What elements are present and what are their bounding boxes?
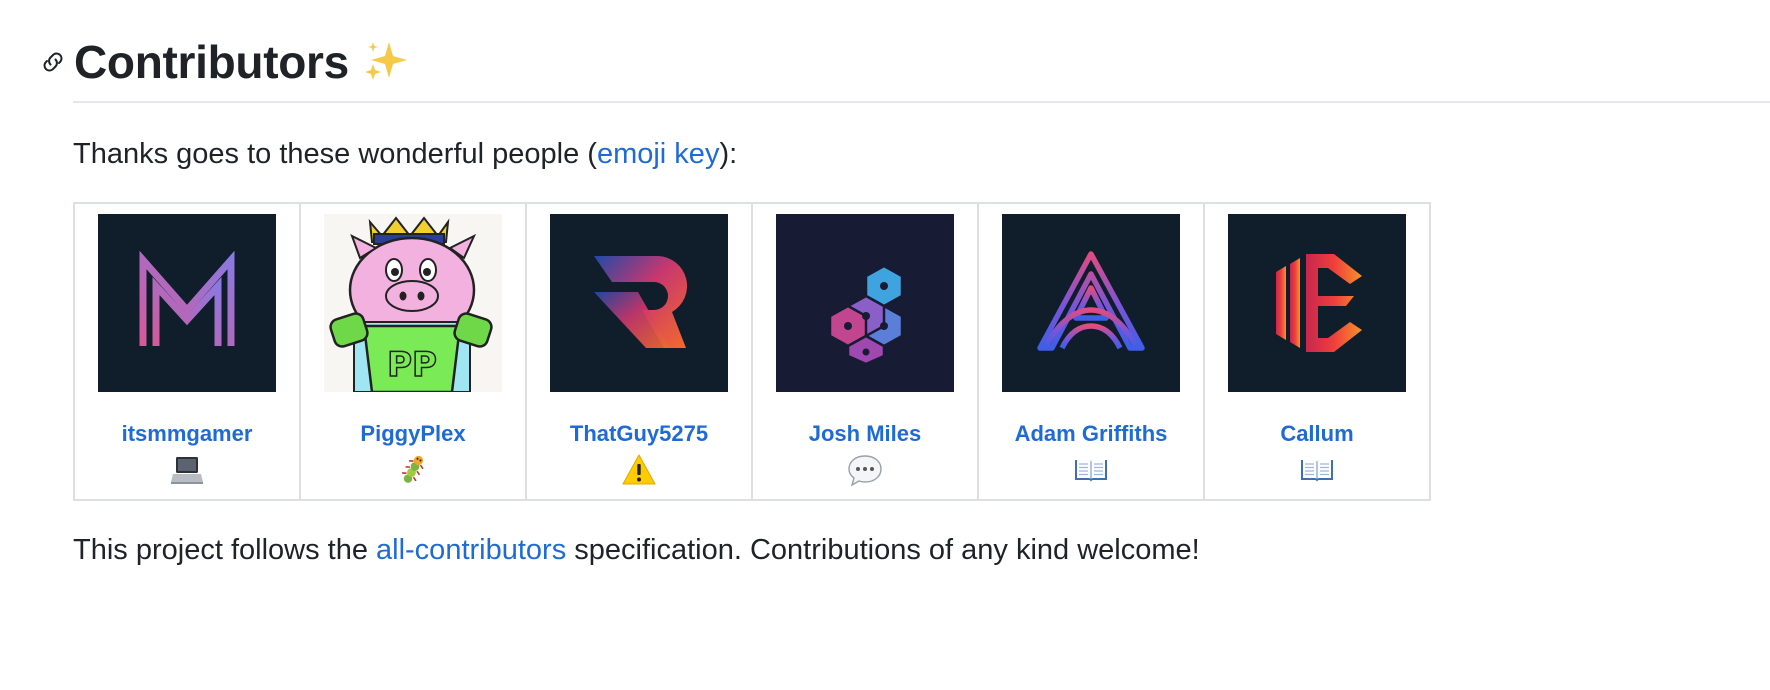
avatar[interactable]: PP	[324, 214, 502, 392]
contributor-name[interactable]: ThatGuy5275	[527, 420, 751, 448]
contributor-link[interactable]: Callum	[1205, 214, 1429, 448]
contributor-cell: Josh Miles	[751, 202, 979, 501]
svg-text:PP: PP	[387, 345, 437, 385]
contributor-name[interactable]: Josh Miles	[753, 420, 977, 448]
contributor-name[interactable]: itsmmgamer	[75, 420, 299, 448]
avatar[interactable]	[1228, 214, 1406, 392]
sparkles-icon	[361, 38, 409, 86]
intro-text: Thanks goes to these wonderful people (e…	[73, 134, 737, 174]
all-contributors-link[interactable]: all-contributors	[376, 534, 566, 566]
intro-prefix: Thanks goes to these wonderful people (	[73, 138, 597, 170]
contributor-link[interactable]: ThatGuy5275	[527, 214, 751, 448]
contributor-cell: ThatGuy5275	[525, 202, 753, 501]
emoji-key-link[interactable]: emoji key	[597, 138, 720, 170]
footer-text: This project follows the all-contributor…	[73, 530, 1200, 570]
contributor-cell: PP PiggyPlex	[299, 202, 527, 501]
avatar[interactable]	[550, 214, 728, 392]
intro-suffix: ):	[719, 138, 738, 170]
contributor-cell: itsmmgamer	[73, 202, 301, 501]
contributor-cell: Adam Griffiths	[977, 202, 1205, 501]
contributor-name[interactable]: PiggyPlex	[301, 420, 525, 448]
contributors-table: itsmmgamer PP PiggyPlex ThatGuy5275 Josh…	[73, 202, 1431, 501]
contributor-link[interactable]: itsmmgamer	[75, 214, 299, 448]
footer-suffix: specification. Contributions of any kind…	[566, 534, 1200, 566]
contributor-link[interactable]: Adam Griffiths	[979, 214, 1203, 448]
contributors-heading: Contributors	[38, 32, 409, 92]
bug-icon[interactable]	[301, 452, 525, 488]
page-title: Contributors	[74, 36, 349, 88]
avatar[interactable]	[776, 214, 954, 392]
contributor-link[interactable]: PP PiggyPlex	[301, 214, 525, 448]
book-icon[interactable]	[979, 452, 1203, 488]
contributor-cell: Callum	[1203, 202, 1431, 501]
speech-bubble-icon[interactable]	[753, 452, 977, 488]
contributor-link[interactable]: Josh Miles	[753, 214, 977, 448]
warning-icon[interactable]	[527, 452, 751, 488]
contributor-name[interactable]: Adam Griffiths	[979, 420, 1203, 448]
laptop-icon[interactable]	[75, 452, 299, 488]
avatar[interactable]	[98, 214, 276, 392]
link-anchor-icon[interactable]	[38, 47, 68, 77]
heading-divider	[73, 101, 1770, 103]
contributor-name[interactable]: Callum	[1205, 420, 1429, 448]
book-icon[interactable]	[1205, 452, 1429, 488]
avatar[interactable]	[1002, 214, 1180, 392]
footer-prefix: This project follows the	[73, 534, 377, 566]
